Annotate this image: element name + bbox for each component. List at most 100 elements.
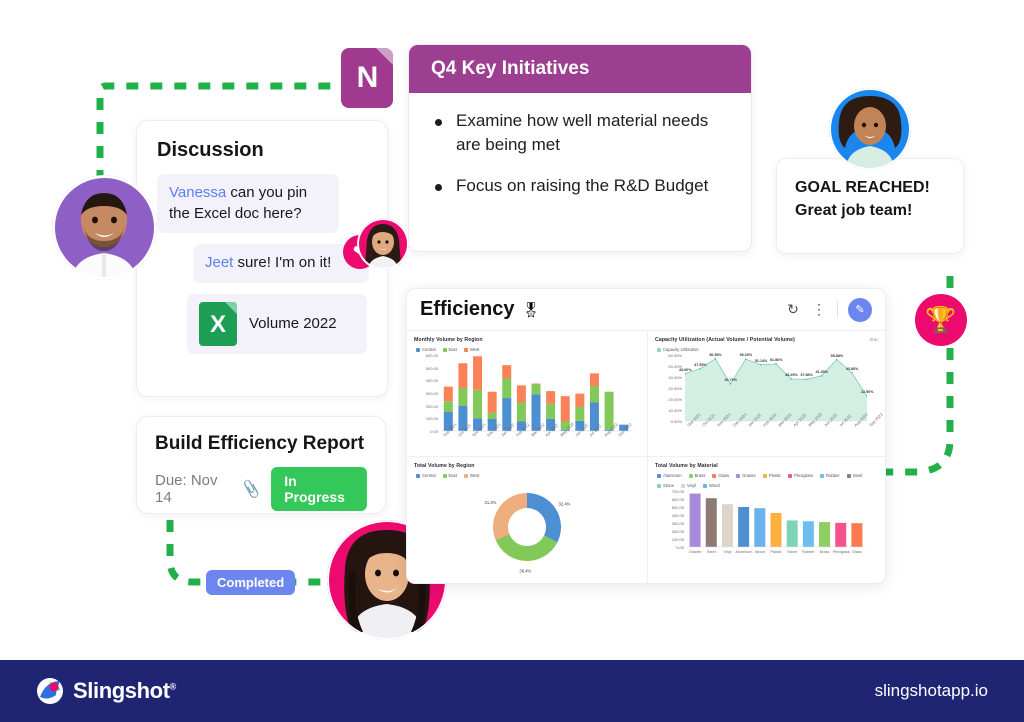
mention-jeet[interactable]: Jeet: [205, 254, 233, 271]
legend-item[interactable]: Stone: [657, 483, 674, 488]
legend-label: Central: [422, 347, 436, 352]
y-axis-tick: 0.00: [430, 429, 438, 434]
x-axis-tick: Brass: [819, 550, 830, 554]
completed-badge[interactable]: Completed: [206, 570, 296, 595]
widget-total-volume-by-material[interactable]: Total Volume by Material Aluminum Brass Gl…: [648, 457, 885, 583]
legend-item[interactable]: Granite: [736, 473, 756, 478]
site-url[interactable]: slingshotapp.io: [875, 681, 988, 701]
y-axis-tick: 600.00: [671, 497, 684, 502]
widget-monthly-volume-by-region[interactable]: Monthly Volume by Region Central East West…: [407, 331, 648, 457]
x-axis-tick: Wood: [754, 550, 765, 554]
legend-item[interactable]: Brass: [688, 473, 705, 478]
y-axis-tick: 500.00: [425, 365, 438, 371]
trademark-symbol: ®: [169, 681, 177, 692]
widget-capacity-utilization[interactable]: Capacity Utilization (Actual Volume / Po…: [648, 331, 885, 457]
data-label: 56.20%: [739, 353, 753, 358]
data-label: 37.86%: [800, 373, 813, 378]
bullet-icon: [435, 119, 442, 126]
legend-item[interactable]: Plexiglass: [788, 473, 813, 478]
goal-reached-card[interactable]: GOAL REACHED! Great job team!: [776, 158, 964, 254]
q4-item-text: Examine how well material needs are bein…: [456, 111, 709, 155]
data-label: 51.14%: [754, 358, 768, 363]
x-axis-tick: Steel: [706, 550, 716, 554]
legend-label: East: [448, 473, 457, 478]
legend-swatch: [702, 483, 707, 488]
legend-item[interactable]: Plastic: [762, 473, 782, 478]
legend-item[interactable]: Vinyl: [680, 483, 696, 488]
slingshot-logo[interactable]: Slingshot®: [36, 677, 176, 705]
data-label: 56.50%: [709, 352, 722, 357]
legend-swatch: [736, 473, 741, 478]
trophy-icon[interactable]: 🏆: [915, 294, 967, 346]
task-due-date: Due: Nov 14: [155, 472, 218, 506]
legend-item[interactable]: Glass: [712, 473, 729, 478]
discussion-title: Discussion: [157, 139, 264, 161]
y-axis-tick: 40.00%: [668, 375, 682, 380]
y-axis-tick: 60.00%: [668, 353, 682, 358]
legend-item[interactable]: East: [442, 347, 457, 352]
data-label: 38.25%: [785, 372, 798, 377]
legend-label: Vinyl: [686, 483, 696, 488]
x-axis-tick: Granite: [688, 550, 702, 554]
goal-line-1: GOAL REACHED!: [795, 179, 930, 196]
legend-item[interactable]: West: [463, 347, 479, 352]
task-card[interactable]: Build Efficiency Report Due: Nov 14 📎 In…: [136, 416, 386, 514]
avatar-jeet[interactable]: [52, 175, 157, 280]
x-axis-tick: Glass: [852, 550, 862, 554]
paperclip-icon[interactable]: 📎: [240, 478, 262, 500]
legend-item[interactable]: Aluminum: [657, 473, 682, 478]
legend-label: Capacity Utilization: [663, 347, 699, 352]
dashboard-toolbar: ↻ ⋮ ✎: [785, 297, 872, 322]
y-axis-tick: 200.00: [671, 529, 684, 534]
legend-swatch: [442, 347, 447, 352]
attachment-name: Volume 2022: [249, 314, 337, 332]
legend-item[interactable]: East: [442, 473, 457, 478]
ribbon-award-icon: 🎖: [521, 301, 541, 319]
widget-total-volume-by-region[interactable]: Total Volume by Region Central East West 3…: [407, 457, 648, 583]
legend-label: Steel: [852, 473, 863, 478]
legend-item[interactable]: Central: [416, 473, 436, 478]
widget-title: Capacity Utilization (Actual Volume / Po…: [655, 337, 795, 343]
legend-item[interactable]: Wood: [702, 483, 720, 488]
excel-file-icon: X: [199, 302, 237, 347]
legend-item[interactable]: Steel: [846, 473, 863, 478]
dashboard-title: Efficiency: [420, 298, 515, 320]
legend-item[interactable]: Rubber: [820, 473, 840, 478]
efficiency-dashboard[interactable]: Efficiency 🎖 ↻ ⋮ ✎ Monthly Volume by Reg…: [406, 288, 886, 584]
q4-initiatives-card[interactable]: Q4 Key Initiatives Examine how well mate…: [408, 44, 752, 252]
y-axis-tick: 20.00%: [668, 397, 682, 402]
onenote-icon[interactable]: N: [341, 48, 393, 108]
y-axis-tick: 30.00%: [668, 386, 682, 391]
y-axis-tick: 0.00: [676, 545, 684, 550]
q4-card-body: Examine how well material needs are bein…: [409, 93, 751, 198]
data-label: 47.55%: [694, 362, 707, 367]
task-meta-row: Due: Nov 14 📎 In Progress: [155, 467, 367, 511]
y-axis-tick: 400.00: [671, 513, 684, 518]
legend-swatch: [416, 347, 420, 352]
chat-message[interactable]: Vanessa can you pin the Excel doc here?: [157, 174, 339, 234]
canvas: N Q4 Key Initiatives Examine how well ma…: [0, 0, 1024, 722]
avatar-vanessa[interactable]: [357, 218, 409, 270]
edit-pencil-icon[interactable]: ✎: [848, 297, 872, 322]
y-axis-tick: 300.00: [425, 391, 438, 396]
list-item: Examine how well material needs are bein…: [435, 109, 727, 157]
mention-vanessa[interactable]: Vanessa: [169, 184, 226, 201]
legend-item[interactable]: West: [463, 473, 479, 478]
legend-swatch: [657, 473, 661, 478]
status-badge[interactable]: In Progress: [271, 467, 367, 511]
legend-label: Rubber: [826, 473, 840, 478]
y-axis-tick: 100.00: [671, 537, 684, 542]
more-options-icon[interactable]: ⋮: [811, 301, 827, 318]
legend-item[interactable]: Capacity Utilization: [657, 347, 699, 352]
data-label: 22.50%: [861, 390, 874, 395]
refresh-icon[interactable]: ↻: [785, 301, 801, 318]
avatar-team-member[interactable]: [829, 88, 911, 170]
y-axis-tick: 50.00%: [668, 364, 682, 369]
expand-icon[interactable]: онь;: [869, 337, 879, 343]
legend-label: Plastic: [768, 473, 782, 478]
x-axis-tick: Aluminum: [735, 550, 753, 554]
chat-attachment[interactable]: X Volume 2022: [187, 294, 367, 355]
data-label: 36.4%: [519, 568, 531, 573]
legend-item[interactable]: Central: [416, 347, 436, 352]
dashboard-header: Efficiency 🎖 ↻ ⋮ ✎: [407, 289, 885, 331]
